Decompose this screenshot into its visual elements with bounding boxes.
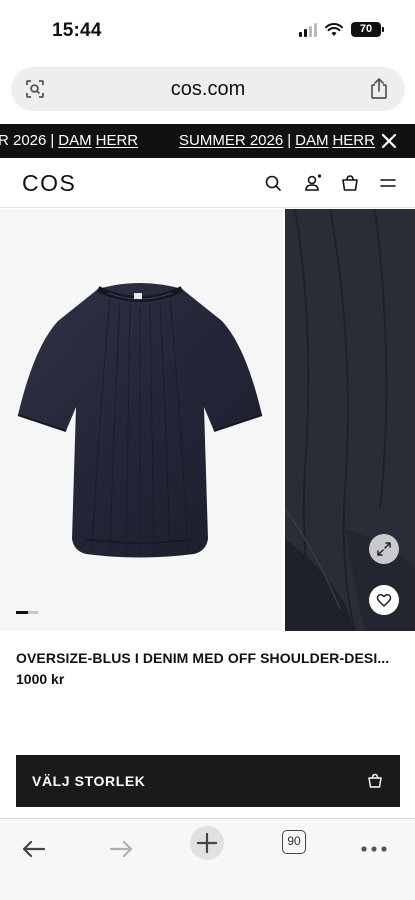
tab-count-button[interactable]: 90	[282, 830, 306, 854]
heart-icon	[376, 594, 392, 607]
expand-icon	[377, 542, 391, 556]
promo-link-herr[interactable]: HERR	[332, 132, 375, 149]
promo-separator: |	[287, 132, 292, 149]
promo-segment: SUMMER 2026 | DAM HERR	[179, 132, 375, 149]
battery-indicator: 70	[351, 22, 384, 37]
back-arrow-icon[interactable]	[14, 829, 54, 869]
status-time: 15:44	[52, 20, 102, 41]
product-image-carousel[interactable]	[0, 209, 415, 631]
promo-text[interactable]: SUMMER 2026	[179, 132, 283, 149]
promo-link-herr[interactable]: HERR	[96, 132, 139, 149]
promo-link-dam[interactable]: DAM	[58, 132, 91, 149]
share-icon[interactable]	[368, 77, 390, 101]
product-title: OVERSIZE-BLUS I DENIM MED OFF SHOULDER-D…	[16, 650, 390, 666]
bag-icon[interactable]	[339, 172, 361, 194]
product-photo-detail	[285, 209, 415, 631]
carousel-dot-active	[16, 611, 28, 614]
address-bar[interactable]: cos.com	[11, 67, 405, 111]
product-photo-blouse	[17, 283, 263, 558]
more-icon[interactable]	[355, 829, 395, 869]
account-icon[interactable]	[302, 172, 324, 194]
promo-banner: R 2026 | DAM HERR SUMMER 2026 | DAM HERR	[0, 124, 415, 158]
browser-toolbar: 90	[0, 818, 415, 900]
new-tab-button[interactable]	[190, 826, 224, 860]
carousel-indicator	[16, 611, 38, 614]
close-icon[interactable]	[378, 130, 400, 152]
promo-text: R 2026	[0, 132, 47, 149]
status-bar: 15:44 70	[0, 0, 415, 58]
product-price: 1000 kr	[16, 671, 65, 687]
promo-segment: R 2026 | DAM HERR	[0, 132, 138, 149]
expand-image-button[interactable]	[369, 534, 399, 564]
product-image[interactable]	[285, 209, 415, 631]
menu-icon[interactable]	[377, 172, 399, 194]
select-size-label: VÄLJ STORLEK	[32, 773, 146, 789]
promo-separator: |	[50, 132, 55, 149]
carousel-dot	[28, 611, 38, 614]
product-image[interactable]	[0, 209, 283, 631]
forward-arrow-icon[interactable]	[101, 829, 141, 869]
signal-icon	[299, 22, 317, 37]
promo-link-dam[interactable]: DAM	[295, 132, 328, 149]
favorite-button[interactable]	[369, 585, 399, 615]
select-size-button[interactable]: VÄLJ STORLEK	[16, 755, 400, 807]
wifi-icon	[325, 22, 343, 36]
search-icon[interactable]	[262, 172, 284, 194]
site-header: COS	[0, 158, 415, 208]
brand-logo[interactable]: COS	[22, 170, 76, 197]
status-indicators: 70	[299, 22, 384, 37]
plus-icon	[196, 832, 218, 854]
bag-icon	[368, 773, 382, 788]
url-text[interactable]: cos.com	[11, 78, 405, 101]
